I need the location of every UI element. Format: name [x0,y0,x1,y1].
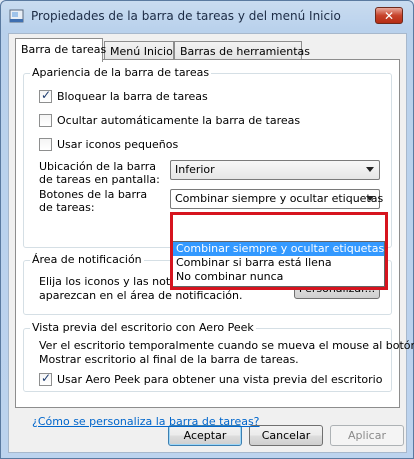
buttons-dropdown-list[interactable]: Combinar siempre y ocultar etiquetas Com… [172,241,385,287]
aero-peek-desc-line2: Mostrar escritorio al final de la barra … [39,353,299,366]
accept-button[interactable]: Aceptar [168,425,242,446]
lock-taskbar-label: Bloquear la barra de tareas [57,89,208,103]
autohide-label: Ocultar automáticamente la barra de tare… [57,113,301,127]
notification-group-title: Área de notificación [30,253,144,266]
aero-peek-desc-line1: Ver el escritorio temporalmente cuando s… [39,339,414,352]
dialog-client-area: Barra de tareas Menú Inicio Barras de he… [8,33,414,453]
window-title: Propiedades de la barra de tareas y del … [31,9,341,23]
taskbar-properties-icon [9,8,25,24]
close-button[interactable]: ✕ [375,7,403,24]
buttons-select[interactable]: Combinar siempre y ocultar etiquetas [170,189,384,209]
location-select[interactable]: Inferior [170,160,380,180]
close-icon: ✕ [383,8,395,23]
aero-peek-group-title: Vista previa del escritorio con Aero Pee… [30,321,256,334]
lock-taskbar-option[interactable]: Bloquear la barra de tareas [39,88,208,104]
buttons-select-value: Combinar siempre y ocultar etiquetas [175,192,384,205]
small-icons-option[interactable]: Usar iconos pequeños [39,136,178,152]
tab-start-menu[interactable]: Menú Inicio [104,41,174,60]
use-aero-peek-checkbox[interactable] [39,371,52,386]
chevron-down-icon [366,196,374,201]
lock-taskbar-checkbox[interactable] [39,88,52,103]
use-aero-peek-label: Usar Aero Peek para obtener una vista pr… [57,372,383,386]
small-icons-label: Usar iconos pequeños [57,137,179,151]
use-aero-peek-option[interactable]: Usar Aero Peek para obtener una vista pr… [39,371,382,387]
appearance-group: Apariencia de la barra de tareas Bloquea… [23,66,392,248]
notification-desc-line2: aparezcan en el área de notificación. [39,289,243,302]
aero-peek-group: Vista previa del escritorio con Aero Pee… [23,321,414,392]
autohide-checkbox[interactable] [39,113,52,127]
tab-toolbars[interactable]: Barras de herramientas [174,41,310,60]
location-label: Ubicación de la barra de tareas en panta… [39,160,160,186]
autohide-option[interactable]: Ocultar automáticamente la barra de tare… [39,112,300,128]
dialog-window: Propiedades de la barra de tareas y del … [0,0,414,459]
title-bar[interactable]: Propiedades de la barra de tareas y del … [1,1,413,31]
cancel-button[interactable]: Cancelar [249,425,323,446]
help-link[interactable]: ¿Cómo se personaliza la barra de tareas? [32,415,260,428]
location-select-value: Inferior [175,163,215,176]
appearance-group-title: Apariencia de la barra de tareas [30,66,212,79]
chevron-down-icon [366,167,374,172]
dropdown-option-never-combine[interactable]: No combinar nunca [173,270,384,284]
dropdown-option-always-combine[interactable]: Combinar siempre y ocultar etiquetas [173,242,384,256]
dropdown-option-combine-when-full[interactable]: Combinar si barra está llena [173,256,384,270]
tab-panel-taskbar: Apariencia de la barra de tareas Bloquea… [15,59,414,428]
buttons-label: Botones de la barra de tareas: [39,188,148,214]
small-icons-checkbox[interactable] [39,137,52,151]
apply-button[interactable]: Aplicar [330,425,404,446]
tab-taskbar[interactable]: Barra de tareas [15,38,106,62]
